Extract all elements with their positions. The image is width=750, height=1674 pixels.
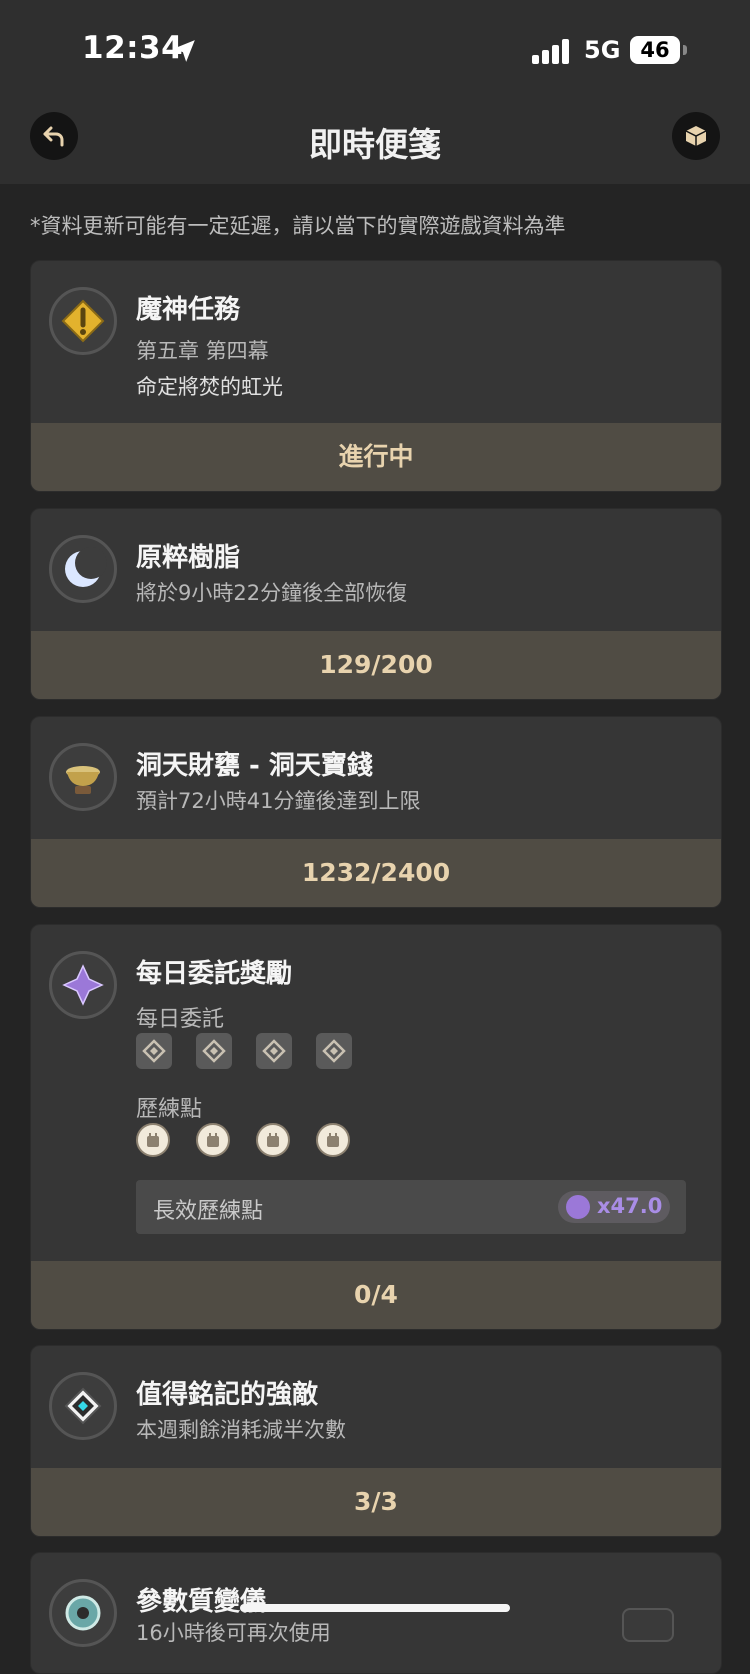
encounter-medal-icon — [136, 1123, 170, 1157]
location-arrow-icon — [173, 40, 195, 62]
archon-quest-icon — [49, 287, 117, 355]
encounter-medal-icon — [196, 1123, 230, 1157]
archon-quest-status: 進行中 — [31, 423, 721, 491]
realm-jar-icon — [49, 743, 117, 811]
home-indicator[interactable] — [240, 1604, 510, 1612]
daily-commission-card[interactable]: 每日委託獎勵 每日委託 歷練點 長效歷練點 x47.0 0/4 — [30, 924, 722, 1330]
resin-title: 原粹樹脂 — [136, 543, 241, 573]
floating-action-button[interactable] — [622, 1608, 674, 1642]
battery-tip — [683, 45, 687, 55]
encounter-points-label: 歷練點 — [136, 1097, 203, 1122]
long-term-encounter-badge: x47.0 — [558, 1191, 670, 1223]
parametric-transformer-card[interactable]: 參數質變儀 16小時後可再次使用 — [30, 1552, 722, 1674]
network-type: 5G — [584, 36, 621, 64]
commission-slot-icon — [136, 1033, 172, 1069]
resin-moon-icon — [49, 535, 117, 603]
weekly-boss-count: 3/3 — [31, 1468, 721, 1536]
realm-currency-count: 1232/2400 — [31, 839, 721, 907]
weekly-boss-subtitle: 本週剩餘消耗減半次數 — [136, 1418, 346, 1442]
battery-icon: 46 — [630, 36, 680, 64]
commission-star-icon — [49, 951, 117, 1019]
archon-quest-chapter: 第五章 第四幕 — [136, 339, 269, 363]
weekly-boss-icon — [49, 1372, 117, 1440]
archon-quest-card[interactable]: 魔神任務 第五章 第四幕 命定將焚的虹光 進行中 — [30, 260, 722, 492]
page-title: 即時便箋 — [309, 125, 441, 164]
commission-slot-icon — [196, 1033, 232, 1069]
clock: 12:34 — [82, 30, 184, 66]
gift-box-icon — [685, 126, 707, 146]
commission-slot-icon — [316, 1033, 352, 1069]
status-bar: 12:34 5G 46 — [0, 0, 750, 100]
realm-currency-eta: 預計72小時41分鐘後達到上限 — [136, 789, 421, 813]
commission-label: 每日委託 — [136, 1007, 225, 1032]
archon-quest-title: 魔神任務 — [136, 295, 241, 325]
encounter-medal-icon — [256, 1123, 290, 1157]
resin-count: 129/200 — [31, 631, 721, 699]
nav-bar: 即時便箋 — [0, 100, 750, 184]
resin-recovery-time: 將於9小時22分鐘後全部恢復 — [136, 581, 408, 605]
realm-currency-title: 洞天財甕 - 洞天寶錢 — [136, 751, 373, 781]
data-delay-notice: *資料更新可能有一定延遲，請以當下的實際遊戲資料為準 — [30, 214, 566, 238]
long-term-encounter-label: 長效歷練點 — [153, 1199, 264, 1224]
archon-quest-name: 命定將焚的虹光 — [136, 375, 283, 399]
resin-card[interactable]: 原粹樹脂 將於9小時22分鐘後全部恢復 129/200 — [30, 508, 722, 700]
commission-slot-icon — [256, 1033, 292, 1069]
transformer-title: 參數質變儀 — [136, 1587, 267, 1617]
gift-box-button[interactable] — [672, 112, 720, 160]
transformer-subtitle: 16小時後可再次使用 — [136, 1621, 331, 1645]
daily-commission-count: 0/4 — [31, 1261, 721, 1329]
signal-icon — [532, 38, 572, 64]
transformer-icon — [49, 1579, 117, 1647]
long-term-encounter-points: 長效歷練點 x47.0 — [136, 1180, 686, 1234]
purple-coin-icon — [566, 1195, 590, 1219]
daily-commission-title: 每日委託獎勵 — [136, 959, 293, 989]
weekly-boss-card[interactable]: 值得銘記的強敵 本週剩餘消耗減半次數 3/3 — [30, 1345, 722, 1537]
long-term-encounter-value: x47.0 — [597, 1194, 663, 1218]
weekly-boss-title: 值得銘記的強敵 — [136, 1380, 319, 1410]
realm-currency-card[interactable]: 洞天財甕 - 洞天寶錢 預計72小時41分鐘後達到上限 1232/2400 — [30, 716, 722, 908]
encounter-medal-icon — [316, 1123, 350, 1157]
